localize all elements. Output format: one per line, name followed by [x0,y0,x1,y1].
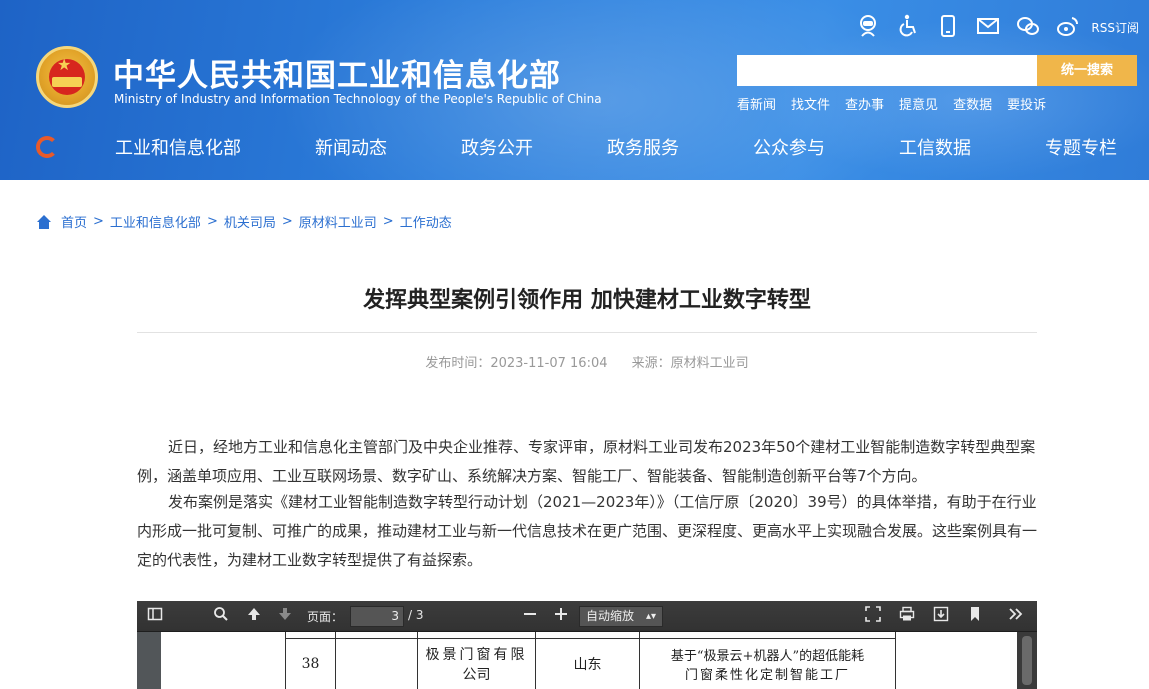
company-name-line2: 公司 [462,667,491,683]
download-icon[interactable] [933,606,949,627]
province-cell: 山东 [535,637,640,689]
home-icon[interactable] [36,214,52,229]
pdf-viewer: 页面： 3 / 3 自动缩放 ▴▾ 38 极景门窗有限 公司 山东 基于“极景云… [137,601,1037,689]
previous-page-icon[interactable] [246,606,262,627]
rss-subscribe-link[interactable]: RSS订阅 [1091,19,1139,36]
sidebar-toggle-icon[interactable] [147,606,163,627]
article-meta: 发布时间：2023-11-07 16:04 来源：原材料工业司 [137,352,1037,371]
miit-logo-icon[interactable] [36,136,58,158]
breadcrumb-miit[interactable]: 工业和信息化部 [110,212,201,231]
article-paragraph: 发布案例是落实《建材工业智能制造数字转型行动计划（2021—2023年）》（工信… [137,493,1038,569]
chevron-updown-icon: ▴▾ [645,611,656,622]
case-name-line1: 基于“极景云+机器人”的超低能耗 [670,649,865,664]
quick-link-news[interactable]: 看新闻 [737,94,776,113]
total-pages: / 3 [408,608,424,622]
zoom-in-icon[interactable] [554,606,568,627]
unified-search-button[interactable]: 统一搜索 [1037,55,1137,86]
quick-link-documents[interactable]: 找文件 [791,94,830,113]
emblem-gate-icon [52,77,82,87]
find-search-icon[interactable] [213,606,229,627]
quick-link-services[interactable]: 查办事 [845,94,884,113]
breadcrumb-departments[interactable]: 机关司局 [224,212,276,231]
nav-item-public-participation[interactable]: 公众参与 [753,134,825,160]
mobile-phone-icon[interactable] [935,14,961,40]
site-title[interactable]: 中华人民共和国工业和信息化部 [113,50,561,95]
case-name-cell: 基于“极景云+机器人”的超低能耗 门窗柔性化定制智能工厂 [639,637,896,689]
nav-item-services[interactable]: 政务服务 [607,134,679,160]
nav-item-miit[interactable]: 工业和信息化部 [115,134,241,160]
breadcrumb-home[interactable]: 首页 [61,212,87,231]
breadcrumb-raw-materials-dept[interactable]: 原材料工业司 [299,212,377,231]
nav-item-news[interactable]: 新闻动态 [315,134,387,160]
nav-item-government-affairs[interactable]: 政务公开 [461,134,533,160]
page-label: 页面： [307,610,344,624]
breadcrumb-separator: > [93,214,104,229]
emblem-star-icon: ★ [57,55,72,74]
wechat-icon[interactable] [1015,14,1041,40]
page-number-input[interactable]: 3 [350,606,404,627]
article-paragraph: 近日，经地方工业和信息化主管部门及中央企业推荐、专家评审，原材料工业司发布202… [137,438,1036,485]
next-page-icon[interactable] [277,606,293,627]
publish-time: 发布时间：2023-11-07 16:04 [425,356,608,371]
pdf-toolbar: 页面： 3 / 3 自动缩放 ▴▾ [137,601,1037,632]
national-emblem-logo[interactable]: ★ [36,46,98,108]
print-icon[interactable] [899,606,915,627]
bookmark-icon[interactable] [968,606,982,627]
more-tools-icon[interactable] [1007,606,1025,627]
search-input[interactable] [737,55,1037,86]
table-row: 38 极景门窗有限 公司 山东 基于“极景云+机器人”的超低能耗 门窗柔性化定制… [285,637,896,689]
breadcrumb-work-updates[interactable]: 工作动态 [400,212,452,231]
article-source: 来源：原材料工业司 [631,356,749,371]
case-number: 38 [285,637,336,689]
accessibility-wheelchair-icon[interactable] [895,14,921,40]
company-cell: 极景门窗有限 公司 [417,637,536,689]
company-name-line1: 极景门窗有限 [425,647,528,663]
nav-item-data[interactable]: 工信数据 [899,134,971,160]
main-nav: 工业和信息化部 新闻动态 政务公开 政务服务 公众参与 工信数据 专题专栏 [0,126,1149,168]
breadcrumb-separator: > [382,214,394,229]
quick-link-complaint[interactable]: 要投诉 [1007,94,1046,113]
case-name-line2: 门窗柔性化定制智能工厂 [684,668,850,683]
mail-icon[interactable] [975,14,1001,40]
zoom-value: 自动缩放 [586,609,635,623]
zoom-select[interactable]: 自动缩放 ▴▾ [579,606,663,627]
nav-item-special-topics[interactable]: 专题专栏 [1045,134,1117,160]
site-header: ★ 中华人民共和国工业和信息化部 Ministry of Industry an… [0,0,1149,180]
quick-links: 看新闻 找文件 查办事 提意见 查数据 要投诉 [737,94,1061,113]
article-title: 发挥典型案例引领作用 加快建材工业数字转型 [363,288,811,313]
pdf-scrollbar[interactable] [1017,632,1037,689]
pdf-page: 38 极景门窗有限 公司 山东 基于“极景云+机器人”的超低能耗 门窗柔性化定制… [161,632,1017,689]
case-table: 38 极景门窗有限 公司 山东 基于“极景云+机器人”的超低能耗 门窗柔性化定制… [285,632,896,689]
quick-link-feedback[interactable]: 提意见 [899,94,938,113]
weibo-icon[interactable] [1055,14,1081,40]
breadcrumb-separator: > [206,214,218,229]
breadcrumb-separator: > [281,214,293,229]
zoom-out-icon[interactable] [523,606,537,627]
table-cell-empty [335,637,418,689]
accessibility-toolbar: RSS订阅 [841,12,1139,42]
site-subtitle: Ministry of Industry and Information Tec… [114,92,602,106]
title-divider [137,332,1037,333]
robot-assistant-icon[interactable] [855,14,881,40]
fullscreen-icon[interactable] [865,606,881,627]
breadcrumb: 首页 > 工业和信息化部 > 机关司局 > 原材料工业司 > 工作动态 [36,212,452,231]
quick-link-data[interactable]: 查数据 [953,94,992,113]
pdf-scrollbar-thumb[interactable] [1022,636,1032,685]
